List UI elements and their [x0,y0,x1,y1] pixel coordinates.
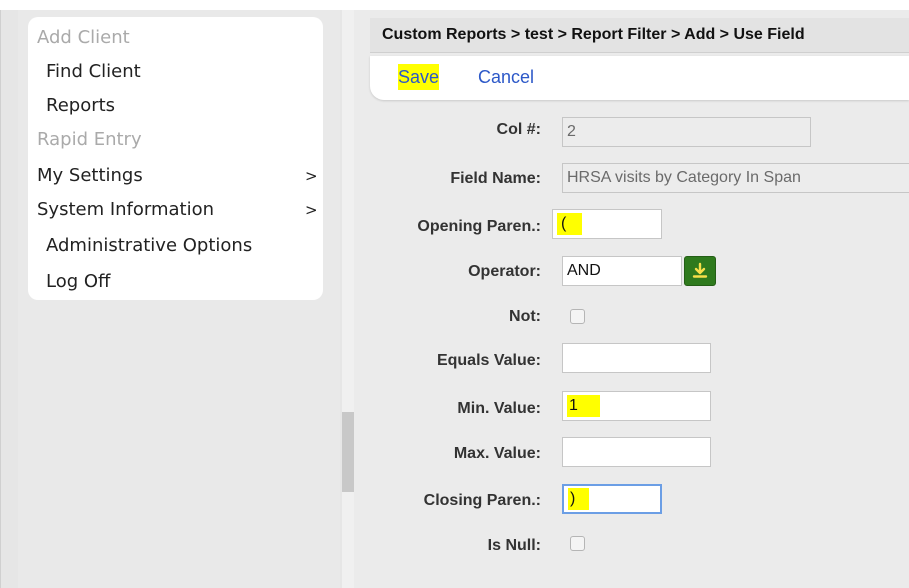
max-value-label: Max. Value: [453,445,541,462]
nav-item-label: Administrative Options [46,235,253,256]
closing-paren-value: ) [568,487,590,510]
download-arrow-icon [692,262,708,278]
min-value-value: 1 [567,394,600,417]
operator-select[interactable]: AND [562,256,682,286]
is-null-label: Is Null: [487,537,541,554]
closing-paren-label: Closing Paren.: [423,492,541,509]
equals-value-label: Equals Value: [436,352,541,369]
col-num-label: Col #: [496,121,541,138]
nav-item-reports[interactable]: Reports [28,89,323,123]
nav-item-log-off[interactable]: Log Off [28,265,323,299]
nav-item-label: System Information [37,199,215,220]
cropped-top-strip [0,0,909,10]
nav-item-administrative-options[interactable]: Administrative Options [28,229,323,263]
opening-paren-label: Opening Paren.: [417,218,541,235]
nav-item-label: Rapid Entry [37,129,142,150]
min-value-label: Min. Value: [457,400,541,417]
nav-item-system-information[interactable]: System Information > [28,193,323,227]
save-button[interactable]: Save [398,64,440,90]
chevron-right-icon: > [305,201,318,219]
breadcrumb: Custom Reports > test > Report Filter > … [382,26,805,43]
nav-item-rapid-entry: Rapid Entry [28,123,323,157]
is-null-checkbox[interactable] [570,536,585,551]
min-value-input[interactable]: 1 [562,391,711,421]
col-num-field: 2 [562,117,811,147]
nav-item-label: Reports [46,95,116,116]
operator-label: Operator: [468,263,541,280]
screenshot-stage: Add Client Find Client Reports Rapid Ent… [0,0,909,588]
nav-item-my-settings[interactable]: My Settings > [28,159,323,193]
not-label: Not: [509,308,541,325]
opening-paren-value: ( [557,212,583,235]
field-name-field: HRSA visits by Category In Span [562,163,909,193]
opening-paren-input[interactable]: ( [552,209,662,239]
action-toolbar: Save Cancel [370,56,909,100]
nav-menu: Add Client Find Client Reports Rapid Ent… [28,17,323,300]
field-name-label: Field Name: [450,170,541,187]
nav-item-label: Log Off [46,271,111,292]
closing-paren-input[interactable]: ) [562,484,662,514]
nav-item-label: Add Client [37,27,130,48]
cancel-button[interactable]: Cancel [478,64,534,90]
nav-item-add-client: Add Client [28,21,323,55]
max-value-input[interactable] [562,437,711,467]
equals-value-input[interactable] [562,343,711,373]
chevron-right-icon: > [305,167,318,185]
not-checkbox[interactable] [570,309,585,324]
operator-dropdown-button[interactable] [684,256,716,286]
nav-item-label: Find Client [46,61,141,82]
nav-item-label: My Settings [37,165,143,186]
breadcrumb-bar: Custom Reports > test > Report Filter > … [370,18,909,53]
nav-item-find-client[interactable]: Find Client [28,55,323,89]
